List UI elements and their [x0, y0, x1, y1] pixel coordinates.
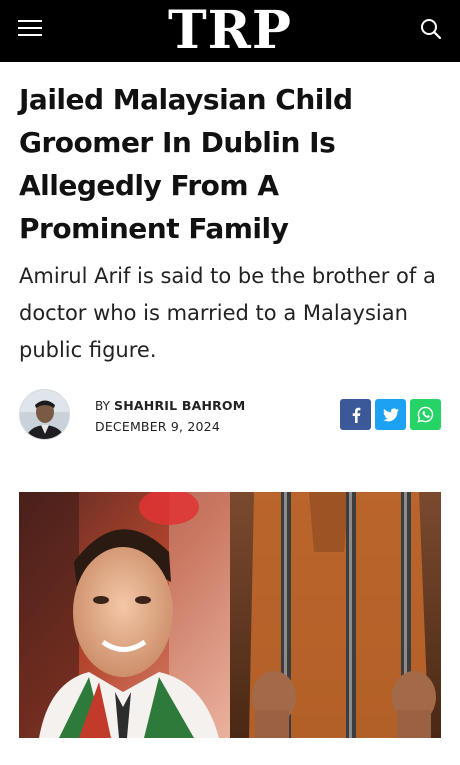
author-avatar[interactable]	[19, 389, 70, 440]
search-icon[interactable]	[419, 17, 443, 41]
twitter-share-button[interactable]	[375, 399, 406, 430]
whatsapp-icon	[417, 406, 434, 423]
author-info: BY SHAHRIL BAHROM DECEMBER 9, 2024	[95, 398, 245, 434]
byline-prefix: BY	[95, 399, 110, 413]
author-name-link[interactable]: SHAHRIL BAHROM	[114, 398, 245, 413]
article-byline: BY SHAHRIL BAHROM DECEMBER 9, 2024	[19, 389, 441, 441]
share-buttons	[340, 399, 441, 430]
facebook-icon	[352, 407, 360, 423]
facebook-share-button[interactable]	[340, 399, 371, 430]
article-hero-image	[19, 492, 441, 738]
byline-text: BY SHAHRIL BAHROM	[95, 398, 245, 415]
article-subtitle: Amirul Arif is said to be the brother of…	[19, 264, 436, 362]
whatsapp-share-button[interactable]	[410, 399, 441, 430]
top-navbar: TRP	[0, 0, 460, 62]
twitter-icon	[382, 407, 399, 421]
hamburger-menu-icon[interactable]	[18, 18, 44, 40]
article-title: Jailed Malaysian Child Groomer In Dublin…	[19, 83, 353, 245]
publish-date: DECEMBER 9, 2024	[95, 419, 220, 434]
site-logo[interactable]: TRP	[168, 0, 292, 62]
